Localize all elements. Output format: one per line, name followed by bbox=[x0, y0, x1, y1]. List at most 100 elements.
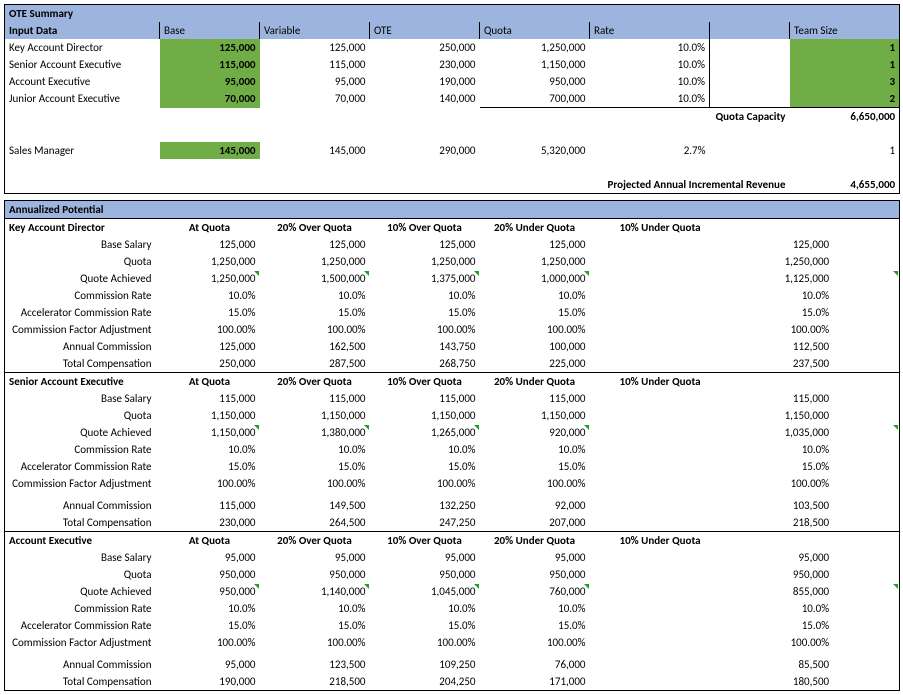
variable-cell: 145,000 bbox=[260, 142, 370, 159]
ap-value-cell: 100.00% bbox=[160, 634, 260, 651]
base-cell[interactable]: 115,000 bbox=[160, 56, 260, 73]
base-cell[interactable]: 125,000 bbox=[160, 39, 260, 56]
ap-value-cell: 950,000 bbox=[590, 566, 900, 583]
ap-col-header: 20% Under Quota bbox=[480, 532, 590, 550]
ap-value-cell: 1,150,000 bbox=[160, 424, 260, 441]
ap-value-cell: 180,500 bbox=[590, 673, 900, 691]
team-cell[interactable]: 1 bbox=[790, 39, 900, 56]
team-cell[interactable]: 2 bbox=[790, 90, 900, 108]
ap-value-cell: 760,000 bbox=[480, 583, 590, 600]
ap-value-cell: 15.0% bbox=[370, 304, 480, 321]
ap-value-cell: 132,250 bbox=[370, 492, 480, 514]
ap-value-cell: 85,500 bbox=[590, 651, 900, 673]
ap-value-cell: 15.0% bbox=[590, 304, 900, 321]
rate-cell: 10.0% bbox=[590, 39, 710, 56]
ap-value-cell: 855,000 bbox=[590, 583, 900, 600]
ote-cell: 250,000 bbox=[370, 39, 480, 56]
ap-value-cell: 115,000 bbox=[370, 390, 480, 407]
ap-value-cell: 95,000 bbox=[160, 549, 260, 566]
annualized-potential-table: Annualized Potential Key Account Directo… bbox=[4, 200, 900, 691]
ap-value-cell: 1,125,000 bbox=[590, 270, 900, 287]
ote-cell: 190,000 bbox=[370, 73, 480, 90]
ap-value-cell: 920,000 bbox=[480, 424, 590, 441]
ap-value-cell: 15.0% bbox=[260, 304, 370, 321]
ap-value-cell: 10.0% bbox=[480, 441, 590, 458]
quota-cell: 700,000 bbox=[480, 90, 590, 108]
ap-value-cell: 950,000 bbox=[160, 583, 260, 600]
rate-cell: 2.7% bbox=[590, 142, 710, 159]
ap-role-name: Key Account Director bbox=[5, 219, 160, 237]
ap-value-cell: 247,250 bbox=[370, 514, 480, 532]
ap-col-header: At Quota bbox=[160, 373, 260, 391]
ote-row: Junior Account Executive 70,000 70,000 1… bbox=[5, 90, 900, 108]
role-cell: Key Account Director bbox=[5, 39, 160, 56]
quota-cell: 5,320,000 bbox=[480, 142, 590, 159]
ap-value-cell: 10.0% bbox=[370, 287, 480, 304]
ap-row-label: Accelerator Commission Rate bbox=[5, 617, 160, 634]
ap-value-cell: 1,150,000 bbox=[480, 407, 590, 424]
ap-col-header: 20% Over Quota bbox=[260, 373, 370, 391]
ap-value-cell: 15.0% bbox=[160, 304, 260, 321]
ap-value-cell: 204,250 bbox=[370, 673, 480, 691]
ote-manager-row: Sales Manager 145,000 145,000 290,000 5,… bbox=[5, 142, 900, 159]
ap-value-cell: 15.0% bbox=[370, 617, 480, 634]
hdr-variable: Variable bbox=[260, 22, 370, 39]
ap-value-cell: 15.0% bbox=[480, 617, 590, 634]
ap-value-cell: 1,035,000 bbox=[590, 424, 900, 441]
ap-value-cell: 100.00% bbox=[370, 475, 480, 492]
ap-value-cell: 171,000 bbox=[480, 673, 590, 691]
ap-row-label: Annual Commission bbox=[5, 651, 160, 673]
base-cell[interactable]: 95,000 bbox=[160, 73, 260, 90]
role-cell: Junior Account Executive bbox=[5, 90, 160, 108]
ap-value-cell: 125,000 bbox=[160, 338, 260, 355]
ap-value-cell: 100.00% bbox=[260, 321, 370, 338]
ap-value-cell: 15.0% bbox=[480, 458, 590, 475]
base-cell[interactable]: 70,000 bbox=[160, 90, 260, 108]
team-cell[interactable]: 3 bbox=[790, 73, 900, 90]
ap-col-header: 10% Over Quota bbox=[370, 373, 480, 391]
ap-row-label: Total Compensation bbox=[5, 514, 160, 532]
ap-value-cell: 15.0% bbox=[160, 617, 260, 634]
team-cell[interactable]: 1 bbox=[790, 56, 900, 73]
ap-value-cell: 143,750 bbox=[370, 338, 480, 355]
ap-value-cell: 264,500 bbox=[260, 514, 370, 532]
ap-value-cell: 1,000,000 bbox=[480, 270, 590, 287]
ap-value-cell: 100.00% bbox=[480, 475, 590, 492]
ap-row-label: Base Salary bbox=[5, 236, 160, 253]
ap-value-cell: 207,000 bbox=[480, 514, 590, 532]
ap-value-cell: 100.00% bbox=[480, 634, 590, 651]
role-cell: Senior Account Executive bbox=[5, 56, 160, 73]
ap-value-cell: 10.0% bbox=[160, 600, 260, 617]
base-cell[interactable]: 145,000 bbox=[160, 142, 260, 159]
ap-value-cell: 103,500 bbox=[590, 492, 900, 514]
quota-capacity-label: Quota Capacity bbox=[590, 108, 790, 126]
ap-value-cell: 218,500 bbox=[260, 673, 370, 691]
ote-summary-table: OTE Summary Input Data Base Variable OTE… bbox=[4, 4, 900, 194]
ap-value-cell: 950,000 bbox=[260, 566, 370, 583]
rate-cell: 10.0% bbox=[590, 73, 710, 90]
ap-value-cell: 190,000 bbox=[160, 673, 260, 691]
hdr-rate: Rate bbox=[590, 22, 710, 39]
ap-value-cell: 95,000 bbox=[480, 549, 590, 566]
ap-value-cell: 95,000 bbox=[590, 549, 900, 566]
projected-label: Projected Annual Incremental Revenue bbox=[370, 176, 790, 194]
ap-row-label: Annual Commission bbox=[5, 492, 160, 514]
ap-value-cell: 1,250,000 bbox=[160, 253, 260, 270]
ote-cell: 230,000 bbox=[370, 56, 480, 73]
ap-row-label: Base Salary bbox=[5, 390, 160, 407]
ap-value-cell: 1,150,000 bbox=[590, 407, 900, 424]
ap-col-header: 20% Under Quota bbox=[480, 373, 590, 391]
ap-value-cell: 950,000 bbox=[480, 566, 590, 583]
ap-row-label: Commission Rate bbox=[5, 441, 160, 458]
ap-value-cell: 1,265,000 bbox=[370, 424, 480, 441]
ap-value-cell: 10.0% bbox=[160, 287, 260, 304]
hdr-blank bbox=[710, 22, 790, 39]
ap-value-cell: 100,000 bbox=[480, 338, 590, 355]
ap-value-cell: 115,000 bbox=[160, 492, 260, 514]
ap-value-cell: 1,250,000 bbox=[160, 270, 260, 287]
ap-value-cell: 125,000 bbox=[370, 236, 480, 253]
ap-value-cell: 1,250,000 bbox=[260, 253, 370, 270]
ap-col-header: 20% Over Quota bbox=[260, 532, 370, 550]
ap-col-header: 10% Over Quota bbox=[370, 532, 480, 550]
hdr-base: Base bbox=[160, 22, 260, 39]
